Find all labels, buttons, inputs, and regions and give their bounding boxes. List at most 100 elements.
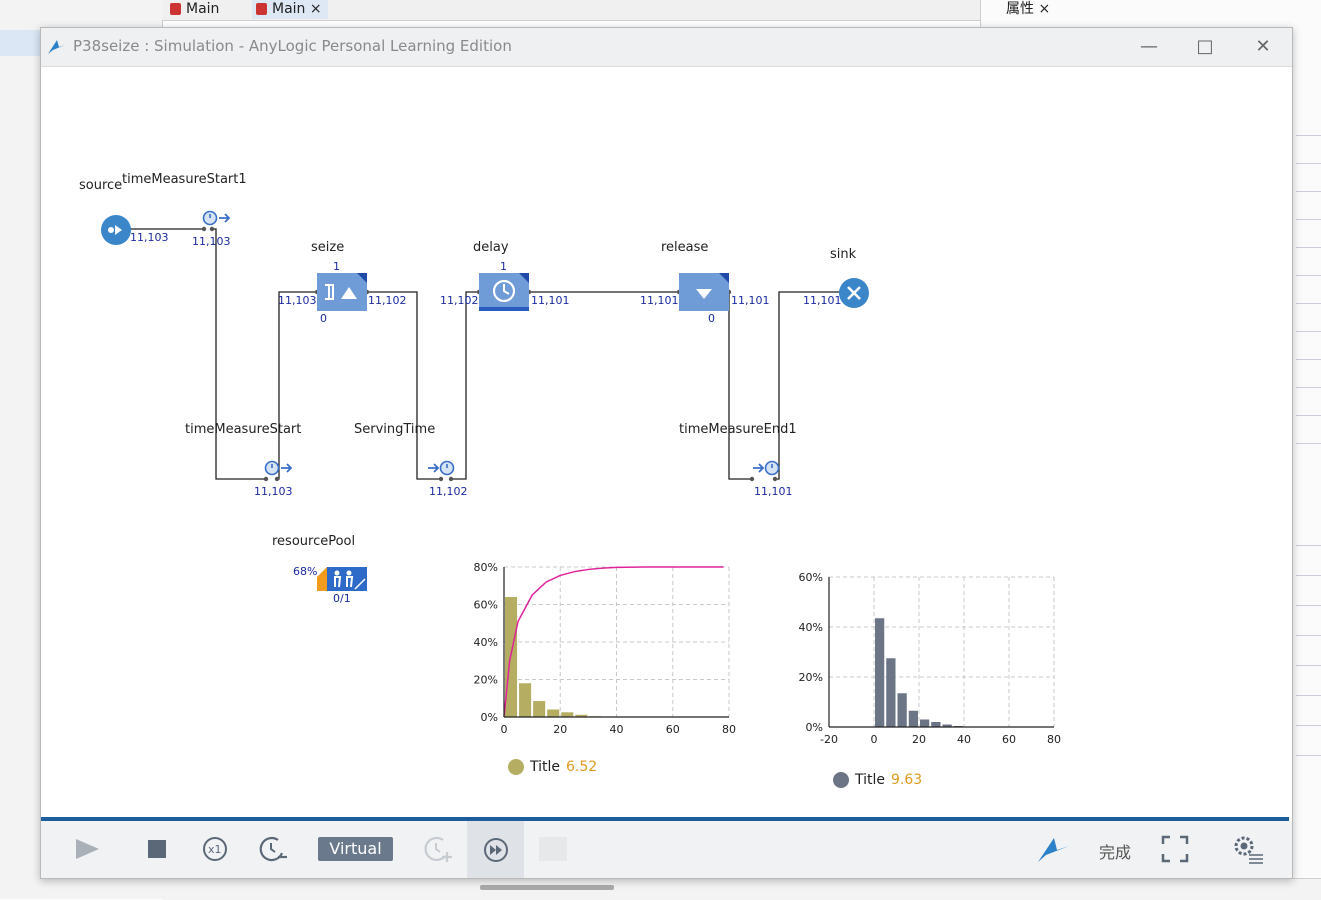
resourcepool-utilization: 68% [293,565,317,578]
seize-queue-count: 1 [333,260,340,273]
disabled-placeholder-button [539,837,567,861]
y-tick-label: 40% [474,636,498,649]
settings-gear-icon[interactable] [1231,833,1265,865]
fast-forward-button[interactable] [467,821,524,878]
model-canvas: source 11,103 timeMeasureStart1 11,103 s… [41,67,1292,817]
delay-block-icon[interactable] [479,273,529,311]
x-tick-label: 0 [871,733,878,746]
seize-in-count: 11,103 [278,294,317,307]
sink-in-count: 11,101 [803,294,842,307]
timemeasurestart1-label: timeMeasureStart1 [122,172,247,187]
delay-queue-count: 1 [500,260,507,273]
histogram-bar [909,711,918,727]
y-tick-label: 40% [799,621,823,634]
svg-text:x1: x1 [208,843,222,856]
window-title: P38seize : Simulation - AnyLogic Persona… [73,37,512,55]
resourcepool-label: resourcePool [272,534,355,549]
slower-clock-icon [258,835,288,863]
faster-clock-icon [423,835,453,863]
ide-horizontal-scrollbar[interactable] [480,885,614,890]
timemeasurestart1-count: 11,103 [192,235,231,248]
ide-properties-rows [1296,105,1321,805]
x-tick-label: 0 [501,723,508,736]
release-in-count: 11,101 [640,294,679,307]
x-tick-label: 60 [1002,733,1016,746]
close-icon[interactable]: × [310,1,322,17]
ide-tab-main-1[interactable]: Main [166,0,225,19]
legend-value: 9.63 [891,772,922,788]
speed-up-button[interactable] [416,829,460,869]
ide-tab-label: Main [186,1,219,17]
seize-block-icon[interactable] [317,273,367,311]
y-tick-label: 60% [474,599,498,612]
ide-tab-label: Main [272,1,305,17]
source-block-icon[interactable] [100,214,132,246]
lock-icon [256,3,267,15]
servingtime-count: 11,102 [429,485,468,498]
slow-down-button[interactable] [251,829,295,869]
x-tick-label: 40 [610,723,624,736]
timemeasurestart-count: 11,103 [254,485,293,498]
simulation-window: P38seize : Simulation - AnyLogic Persona… [40,27,1293,879]
stopwatch-end-icon[interactable] [751,458,783,478]
minimize-button[interactable]: — [1135,34,1163,60]
ide-tab-properties[interactable]: 属性 × [986,0,1050,19]
status-done: 完成 [1099,839,1131,863]
x-tick-label: -20 [820,733,838,746]
run-button[interactable] [65,829,109,869]
timemeasureend1-label: timeMeasureEnd1 [679,422,797,437]
histogram-bar [533,701,545,717]
release-bottom-count: 0 [708,312,715,325]
histogram-chart-2: -200204060800%20%40%60% [781,557,1081,767]
source-label: source [79,178,122,193]
close-icon[interactable]: × [1038,1,1050,17]
release-out-count: 11,101 [731,294,770,307]
speed-x1-button[interactable]: x1 [193,829,237,869]
histogram-bar [547,710,559,718]
fast-forward-icon [482,836,510,864]
y-tick-label: 0% [806,721,823,734]
seize-bottom-count: 0 [320,312,327,325]
anylogic-logo-icon[interactable] [1036,835,1072,865]
histogram-chart-1: 0204060800%20%40%60%80% [451,547,751,767]
release-block-icon[interactable] [679,273,729,311]
legend-label: Title [855,772,885,788]
delay-in-count: 11,102 [440,294,479,307]
histogram-bar [875,618,884,727]
window-titlebar: P38seize : Simulation - AnyLogic Persona… [41,28,1292,67]
timemeasureend1-count: 11,101 [754,485,793,498]
histogram-bar [561,712,573,717]
ide-tab-main-2[interactable]: Main × [252,0,328,19]
sink-block-icon[interactable] [838,277,870,309]
fullscreen-icon[interactable] [1161,835,1189,863]
chart2-legend: Title 9.63 [833,772,922,788]
stopwatch-start-icon[interactable] [201,208,233,228]
simulation-toolbar: x1 Virtual 完成 [41,821,1292,878]
cdf-line [504,567,723,717]
x-tick-label: 20 [912,733,926,746]
sink-label: sink [830,247,856,262]
ide-right-tab-label: 属性 [1006,1,1034,17]
lock-icon [170,3,181,15]
x-tick-label: 40 [957,733,971,746]
stopwatch-end-icon[interactable] [426,458,458,478]
maximize-button[interactable]: □ [1191,34,1219,60]
histogram-bar [931,722,940,727]
source-count: 11,103 [130,231,169,244]
stop-button[interactable] [135,829,179,869]
x-tick-label: 80 [722,723,736,736]
anylogic-logo-icon [47,38,67,56]
seize-label: seize [311,240,344,255]
virtual-time-button[interactable]: Virtual [318,837,393,861]
histogram-bar [886,658,895,727]
resource-pool-icon[interactable] [317,567,367,591]
x-tick-label: 20 [553,723,567,736]
delay-label: delay [473,240,509,255]
release-label: release [661,240,708,255]
x-tick-label: 80 [1047,733,1061,746]
close-window-button[interactable]: ✕ [1249,34,1277,60]
stopwatch-start-icon[interactable] [263,458,295,478]
histogram-bar [920,720,929,728]
legend-swatch [833,772,849,788]
histogram-bar [898,693,907,727]
